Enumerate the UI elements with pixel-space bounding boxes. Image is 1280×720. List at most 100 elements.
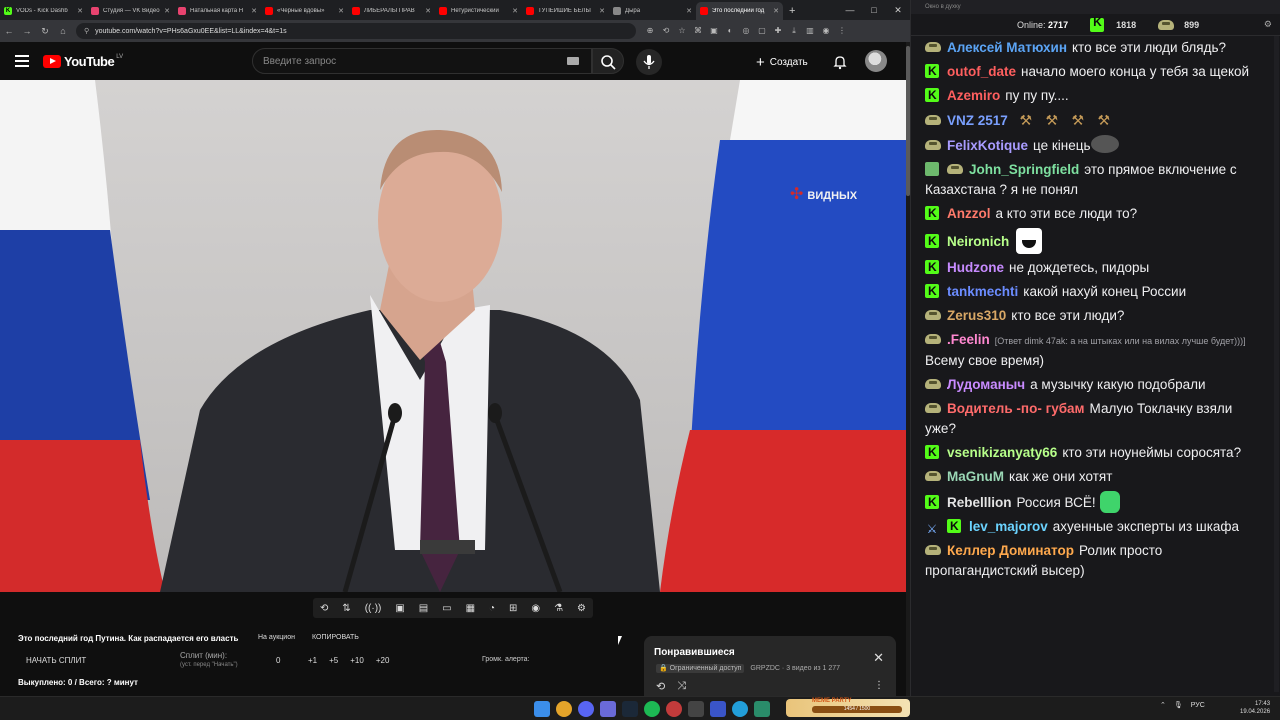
more-options-icon[interactable]: ⋮ [874,680,884,691]
chat-username[interactable]: Neironich [947,234,1009,249]
increment-button[interactable]: +5 [329,656,338,665]
gauge-icon[interactable]: ◔ [489,603,495,614]
shuffle-icon[interactable]: ⤨ [677,680,686,693]
clapper-icon[interactable]: ▤ [419,603,428,614]
menu-icon[interactable] [15,52,29,70]
notifications-button[interactable] [832,54,848,75]
keyboard-icon[interactable] [567,57,579,65]
chat-username[interactable]: MaGnuM [947,469,1004,484]
chat-username[interactable]: Водитель -по- губам [947,401,1085,416]
puzzle-icon[interactable]: ✚ [770,26,786,36]
browser-tab[interactable]: Это последний год ✕ [696,2,783,20]
home-icon[interactable]: ⌂ [54,26,72,36]
tab-close-icon[interactable]: ✕ [425,7,431,15]
browser-tab[interactable]: ЛИБЕРАЛЫ ПРАВ ✕ [348,2,435,20]
app-icon[interactable] [754,701,770,717]
extension-icon[interactable]: ◎ [738,26,754,36]
site-info-icon[interactable]: ⚲ [84,27,89,35]
app-icon[interactable] [710,701,726,717]
gear-icon[interactable]: ⚙ [1264,19,1272,30]
new-tab-button[interactable]: + [789,5,795,17]
video-player[interactable]: ✣ ВИДНЫХ [0,80,906,592]
app-icon[interactable] [688,701,704,717]
search-button[interactable] [592,48,624,74]
voice-search-button[interactable] [636,49,662,75]
menu-kebab-icon[interactable]: ⋮ [834,26,850,36]
increment-button[interactable]: +20 [376,656,390,665]
repeat-icon[interactable]: ⟲ [320,603,328,614]
tab-close-icon[interactable]: ✕ [599,7,605,15]
chat-username[interactable]: FelixKotique [947,138,1028,153]
url-field[interactable]: ⚲ youtube.com/watch?v=PHs6aGxu0EE&list=L… [76,23,636,39]
zoom-icon[interactable]: ⊕ [642,26,658,36]
increment-button[interactable]: +1 [308,656,317,665]
search-input[interactable]: Введите запрос [252,48,592,74]
obs-icon[interactable] [666,701,682,717]
tab-close-icon[interactable]: ✕ [686,7,692,15]
chat-username[interactable]: lev_majorov [969,519,1048,534]
extension-icon[interactable]: ▣ [706,26,722,36]
tab-close-icon[interactable]: ✕ [512,7,518,15]
back-icon[interactable]: ← [0,26,18,36]
start-icon[interactable] [534,701,550,717]
reload-icon[interactable]: ↻ [36,26,54,37]
camera-icon[interactable]: ◉ [531,603,540,614]
chat-username[interactable]: Алексей Матюхин [947,40,1067,55]
avatar[interactable] [865,50,887,72]
sidebar-icon[interactable]: ▥ [802,26,818,36]
auction-button[interactable]: На аукцион [258,634,295,641]
browser-tab[interactable]: Нетуристический ✕ [435,2,522,20]
discord-icon[interactable] [578,701,594,717]
bookmark-star-icon[interactable]: ☆ [674,26,690,36]
close-icon[interactable]: ✕ [873,650,884,666]
chat-username[interactable]: Zerus310 [947,308,1006,323]
steam-icon[interactable] [622,701,638,717]
minimize-icon[interactable]: — [838,5,862,15]
chat-scrollbar[interactable] [1274,36,1279,692]
chat-username[interactable]: Azemiro [947,88,1000,103]
tab-close-icon[interactable]: ✕ [251,7,257,15]
tab-close-icon[interactable]: ✕ [338,7,344,15]
extension-icon[interactable]: ▢ [754,26,770,36]
browser-tab[interactable]: Дыра ✕ [609,2,696,20]
chat-username[interactable]: tankmechti [947,284,1018,299]
create-button[interactable]: + Создать [756,52,808,72]
chat-username[interactable]: John_Springfield [969,162,1079,177]
browser-tab[interactable]: K VODs - Kick Dashb ✕ [0,2,87,20]
chat-username[interactable]: vsenikizanyaty66 [947,445,1057,460]
tab-close-icon[interactable]: ✕ [773,7,779,15]
flask-icon[interactable]: ⚗ [554,603,563,614]
download-icon[interactable]: ⤓ [786,26,802,36]
browser-tab[interactable]: Натальная карта Н ✕ [174,2,261,20]
chat-username[interactable]: Rebelllion [947,495,1012,510]
chat-username[interactable]: Anzzol [947,206,991,221]
mic-tray-icon[interactable]: 🎙 [1174,701,1183,709]
grid-icon[interactable]: ▦ [466,603,475,614]
playlist-title[interactable]: Понравившиеся [654,647,735,658]
chat-username[interactable]: Hudzone [947,260,1004,275]
increment-button[interactable]: +10 [350,656,364,665]
tab-close-icon[interactable]: ✕ [77,7,83,15]
tray-chevron-icon[interactable]: ⌃ [1160,701,1166,709]
tv-icon[interactable]: ▣ [395,603,404,614]
browser-tab[interactable]: ТУПЕЙШИЕ БЕЛЫ ✕ [522,2,609,20]
profile-icon[interactable]: ◉ [818,26,834,36]
frame-icon[interactable]: ▭ [442,603,451,614]
chat-username[interactable]: outof_date [947,64,1016,79]
tab-close-icon[interactable]: ✕ [164,7,170,15]
extension-icon[interactable]: ⌘ [690,26,706,36]
clock[interactable]: 17:43 19.04.2026 [1240,700,1270,716]
chat-username[interactable]: VNZ 2517 [947,113,1008,128]
close-icon[interactable]: ✕ [886,5,910,16]
chat-username[interactable]: Келлер Доминатор [947,543,1074,558]
copy-button[interactable]: КОПИРОВАТЬ [312,634,359,641]
telegram-icon[interactable] [732,701,748,717]
spotify-icon[interactable] [644,701,660,717]
gear-icon[interactable]: ⚙ [577,603,586,614]
chrome-icon[interactable] [556,701,572,717]
language-indicator[interactable]: РУС [1191,702,1205,709]
sort-icon[interactable]: ⇅ [342,603,350,614]
extension-icon[interactable]: ◐ [722,26,738,36]
start-split-button[interactable]: НАЧАТЬ СПЛИТ [26,656,86,665]
loop-icon[interactable]: ⟲ [656,680,665,693]
